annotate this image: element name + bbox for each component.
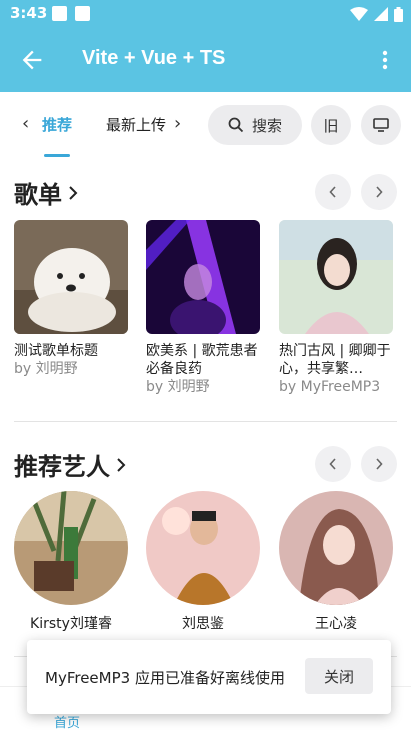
playlists-heading[interactable]: 歌单: [14, 175, 78, 210]
artist-avatar: [14, 491, 128, 605]
chevron-right-icon: [376, 458, 383, 470]
playlist-name: 欧美系 | 歌荒患者必备良药: [146, 343, 258, 377]
playlists-next-button[interactable]: [361, 174, 397, 210]
toast-close-label: 关闭: [323, 667, 354, 686]
desktop-button[interactable]: [361, 105, 401, 145]
nav-home[interactable]: 首页: [54, 712, 80, 731]
artist-name: Kirsty刘瑾睿: [30, 616, 112, 632]
chevron-right-icon: [69, 185, 78, 200]
playlist-name: 热门古风 | 卿卿于心，共享繁…: [279, 343, 391, 377]
search-button[interactable]: 搜索: [208, 105, 302, 145]
playlist-author: by 刘明野: [14, 361, 78, 377]
page-title: Vite + Vue + TS: [82, 47, 226, 69]
chevron-left-icon: [329, 458, 336, 470]
app-bar: Vite + Vue + TS: [0, 28, 411, 92]
old-version-button[interactable]: 旧: [311, 105, 351, 145]
chevron-left-icon[interactable]: ‹: [22, 113, 29, 134]
active-tab-indicator: [44, 154, 70, 157]
playlist-cover: [279, 220, 393, 334]
chevron-right-icon[interactable]: ›: [174, 113, 181, 134]
artist-avatar: [146, 491, 260, 605]
more-vertical-icon[interactable]: [373, 48, 397, 72]
search-label: 搜索: [251, 116, 282, 135]
toast-close-button[interactable]: 关闭: [305, 658, 373, 694]
signal-icon: [374, 7, 388, 21]
tab-latest-upload[interactable]: 最新上传: [106, 114, 168, 135]
tab-bar: ‹ 推荐 最新上传 › 搜索 旧: [0, 92, 411, 158]
artist-avatar: [279, 491, 393, 605]
playlist-card[interactable]: 欧美系 | 歌荒患者必备良药 by 刘明野: [146, 220, 260, 396]
artist-card[interactable]: 王心凌: [279, 491, 393, 633]
system-icons: [350, 6, 403, 22]
back-arrow-icon[interactable]: [18, 46, 46, 74]
chevron-right-icon: [117, 457, 126, 472]
artist-name: 刘思鉴: [182, 616, 224, 632]
artists-prev-button[interactable]: [315, 446, 351, 482]
artist-card[interactable]: 刘思鉴: [146, 491, 260, 633]
playlist-author: by 刘明野: [146, 379, 210, 395]
artists-title: 推荐艺人: [14, 453, 110, 481]
playlist-author: by MyFreeMP3: [279, 379, 381, 395]
artists-heading[interactable]: 推荐艺人: [14, 447, 126, 482]
chevron-left-icon: [329, 186, 336, 198]
playlist-cover: [146, 220, 260, 334]
notification-icon: [52, 6, 67, 21]
playlists-title: 歌单: [14, 181, 62, 209]
search-icon: [228, 117, 244, 133]
monitor-icon: [373, 118, 389, 132]
chevron-right-icon: [376, 186, 383, 198]
section-divider: [14, 421, 397, 422]
notification-icon: [75, 6, 90, 21]
playlist-card[interactable]: 热门古风 | 卿卿于心，共享繁… by MyFreeMP3: [279, 220, 393, 396]
wifi-icon: [350, 7, 368, 21]
artist-name: 王心凌: [315, 616, 357, 632]
old-version-label: 旧: [323, 116, 339, 135]
artists-next-button[interactable]: [361, 446, 397, 482]
playlist-cover: [14, 220, 128, 334]
artist-card[interactable]: Kirsty刘瑾睿: [14, 491, 128, 633]
playlists-prev-button[interactable]: [315, 174, 351, 210]
tab-recommend[interactable]: 推荐: [42, 114, 72, 135]
playlist-name: 测试歌单标题: [14, 343, 98, 359]
battery-icon: [394, 6, 403, 22]
playlist-card[interactable]: 测试歌单标题 by 刘明野: [14, 220, 128, 378]
status-time: 3:43: [10, 4, 48, 22]
offline-ready-toast: MyFreeMP3 应用已准备好离线使用 关闭: [27, 640, 391, 714]
toast-message: MyFreeMP3 应用已准备好离线使用: [45, 669, 285, 687]
status-bar: 3:43: [0, 0, 411, 28]
